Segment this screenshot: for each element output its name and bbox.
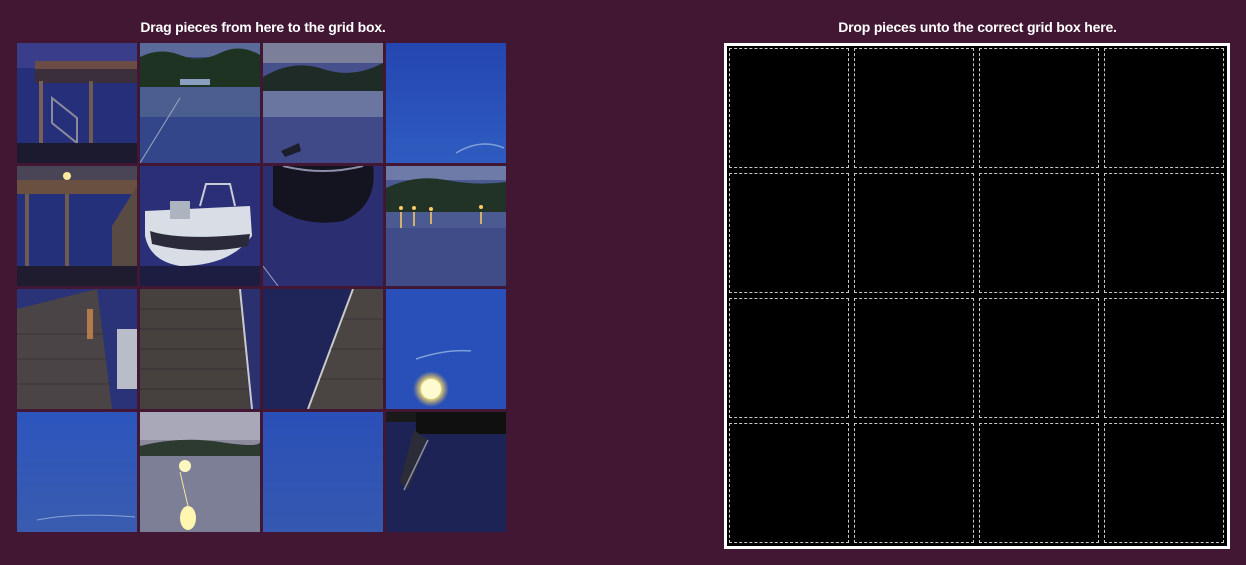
shore-lights-icon (386, 166, 506, 286)
lake-treeline-icon (140, 43, 260, 163)
drop-cell-r2-c2[interactable] (854, 173, 974, 293)
piece-bank (17, 43, 509, 533)
moon-reflection-icon (140, 412, 260, 532)
dock-boat-edge-icon (17, 289, 137, 409)
puzzle-piece-3[interactable] (263, 43, 383, 163)
drop-cell-r4-c1[interactable] (729, 423, 849, 543)
boat-icon (140, 166, 260, 286)
moon-icon (386, 289, 506, 409)
puzzle-piece-7[interactable] (263, 166, 383, 286)
puzzle-piece-15[interactable] (263, 412, 383, 532)
drop-cell-r1-c1[interactable] (729, 48, 849, 168)
puzzle-piece-16[interactable] (386, 412, 506, 532)
puzzle-piece-8[interactable] (386, 166, 506, 286)
drop-cell-r3-c2[interactable] (854, 298, 974, 418)
drop-cell-r4-c2[interactable] (854, 423, 974, 543)
dock-shadow-icon (386, 412, 506, 532)
drop-cell-r4-c3[interactable] (979, 423, 1099, 543)
puzzle-piece-12[interactable] (386, 289, 506, 409)
puzzle-piece-10[interactable] (140, 289, 260, 409)
drop-cell-r2-c3[interactable] (979, 173, 1099, 293)
drop-cell-r1-c2[interactable] (854, 48, 974, 168)
dock-corner-icon (263, 289, 383, 409)
puzzle-piece-11[interactable] (263, 289, 383, 409)
blue-sky-icon (386, 43, 506, 163)
source-panel-title: Drag pieces from here to the grid box. (140, 19, 386, 35)
drop-cell-r4-c4[interactable] (1104, 423, 1224, 543)
puzzle-piece-13[interactable] (17, 412, 137, 532)
dock-planks-icon (140, 289, 260, 409)
drop-cell-r3-c4[interactable] (1104, 298, 1224, 418)
puzzle-piece-9[interactable] (17, 289, 137, 409)
drop-cell-r2-c4[interactable] (1104, 173, 1224, 293)
puzzle-piece-6[interactable] (140, 166, 260, 286)
puzzle-piece-4[interactable] (386, 43, 506, 163)
drop-cell-r1-c4[interactable] (1104, 48, 1224, 168)
twilight-sky-icon (17, 412, 137, 532)
lake-shore-icon (263, 43, 383, 163)
drop-grid (724, 43, 1230, 549)
boat-reflection-icon (263, 166, 383, 286)
drop-cell-r3-c1[interactable] (729, 298, 849, 418)
drop-cell-r3-c3[interactable] (979, 298, 1099, 418)
dock-lamp-icon (17, 166, 137, 286)
puzzle-piece-1[interactable] (17, 43, 137, 163)
puzzle-piece-5[interactable] (17, 166, 137, 286)
plain-sky-icon (263, 412, 383, 532)
target-panel-title: Drop pieces unto the correct grid box he… (838, 19, 1117, 35)
drop-cell-r2-c1[interactable] (729, 173, 849, 293)
puzzle-piece-2[interactable] (140, 43, 260, 163)
dock-ladder-icon (17, 43, 137, 163)
puzzle-piece-14[interactable] (140, 412, 260, 532)
drop-cell-r1-c3[interactable] (979, 48, 1099, 168)
